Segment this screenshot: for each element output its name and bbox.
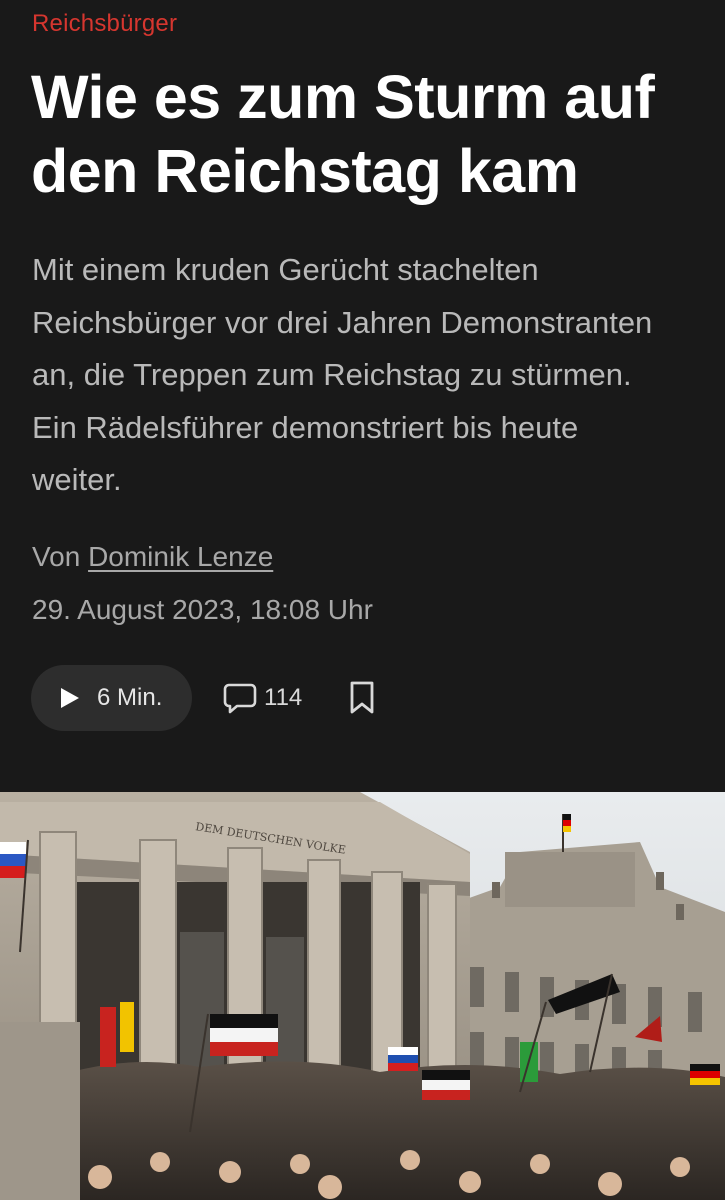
comments-button[interactable]: 114	[223, 680, 302, 716]
reichstag-protest-photo: DEM DEUTSCHEN VOLKE	[0, 792, 725, 1200]
listen-button[interactable]: 6 Min.	[31, 665, 192, 731]
article-teaser: Mit einem kruden Gerücht stachelten Reic…	[32, 252, 653, 497]
article-header: Reichsbürger Wie es zum Sturm auf den Re…	[0, 0, 725, 792]
speech-bubble-icon	[223, 682, 257, 714]
play-icon	[60, 687, 80, 709]
article-page: Reichsbürger Wie es zum Sturm auf den Re…	[0, 0, 725, 1200]
article-headline: Wie es zum Sturm auf den Reichstag kam	[31, 63, 655, 205]
byline: Von Dominik Lenze	[32, 539, 273, 575]
hero-photo: DEM DEUTSCHEN VOLKE	[0, 792, 725, 1200]
kicker-link[interactable]: Reichsbürger	[32, 9, 177, 39]
comment-count: 114	[264, 684, 303, 711]
author-link[interactable]: Dominik Lenze	[88, 541, 273, 572]
bookmark-button[interactable]	[349, 681, 375, 715]
byline-prefix: Von	[32, 541, 81, 572]
listen-duration: 6 Min.	[97, 684, 163, 711]
article-actions: 6 Min. 114	[31, 665, 431, 731]
publish-date: 29. August 2023, 18:08 Uhr	[32, 594, 373, 625]
bookmark-icon	[349, 681, 375, 719]
